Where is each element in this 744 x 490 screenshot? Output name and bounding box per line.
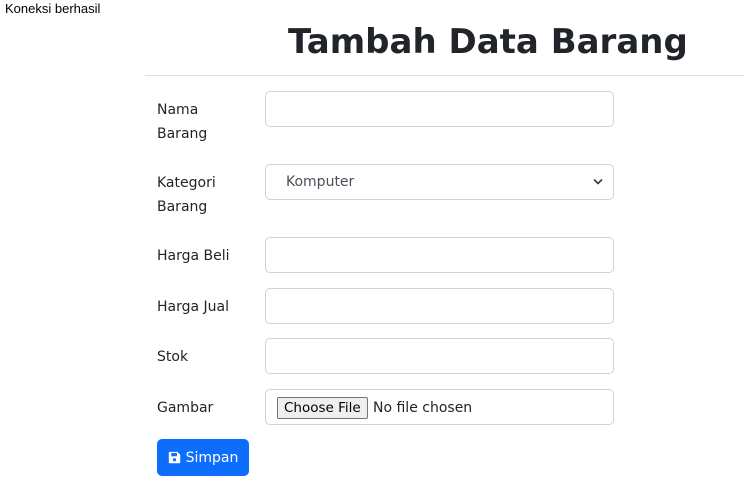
- stok-input[interactable]: [265, 338, 614, 374]
- file-status-text: No file chosen: [373, 400, 473, 416]
- page-title: Tambah Data Barang: [288, 22, 688, 62]
- gambar-file-input[interactable]: Choose File No file chosen: [265, 389, 614, 425]
- harga-jual-input[interactable]: [265, 288, 614, 324]
- nama-barang-label-line1: Nama: [157, 102, 199, 118]
- harga-beli-label: Harga Beli: [157, 248, 230, 264]
- save-button[interactable]: Simpan: [157, 439, 249, 476]
- kategori-barang-label: Kategori Barang: [157, 171, 237, 219]
- choose-file-button[interactable]: Choose File: [277, 397, 368, 419]
- title-divider: [145, 75, 744, 76]
- harga-jual-label: Harga Jual: [157, 299, 230, 315]
- kategori-barang-select[interactable]: Komputer: [265, 164, 614, 200]
- chevron-down-icon: [593, 179, 603, 185]
- gambar-label: Gambar: [157, 400, 214, 416]
- kategori-barang-selected-value: Komputer: [286, 174, 355, 190]
- kategori-barang-label-line1: Kategori: [157, 175, 216, 191]
- stok-label: Stok: [157, 349, 189, 365]
- nama-barang-label: Nama Barang: [157, 98, 237, 146]
- connection-status: Koneksi berhasil: [5, 1, 101, 16]
- nama-barang-input[interactable]: [265, 91, 614, 127]
- save-button-label: Simpan: [185, 449, 239, 466]
- save-icon: [168, 451, 180, 464]
- harga-beli-input[interactable]: [265, 237, 614, 273]
- nama-barang-label-line2: Barang: [157, 126, 208, 142]
- kategori-barang-label-line2: Barang: [157, 199, 208, 215]
